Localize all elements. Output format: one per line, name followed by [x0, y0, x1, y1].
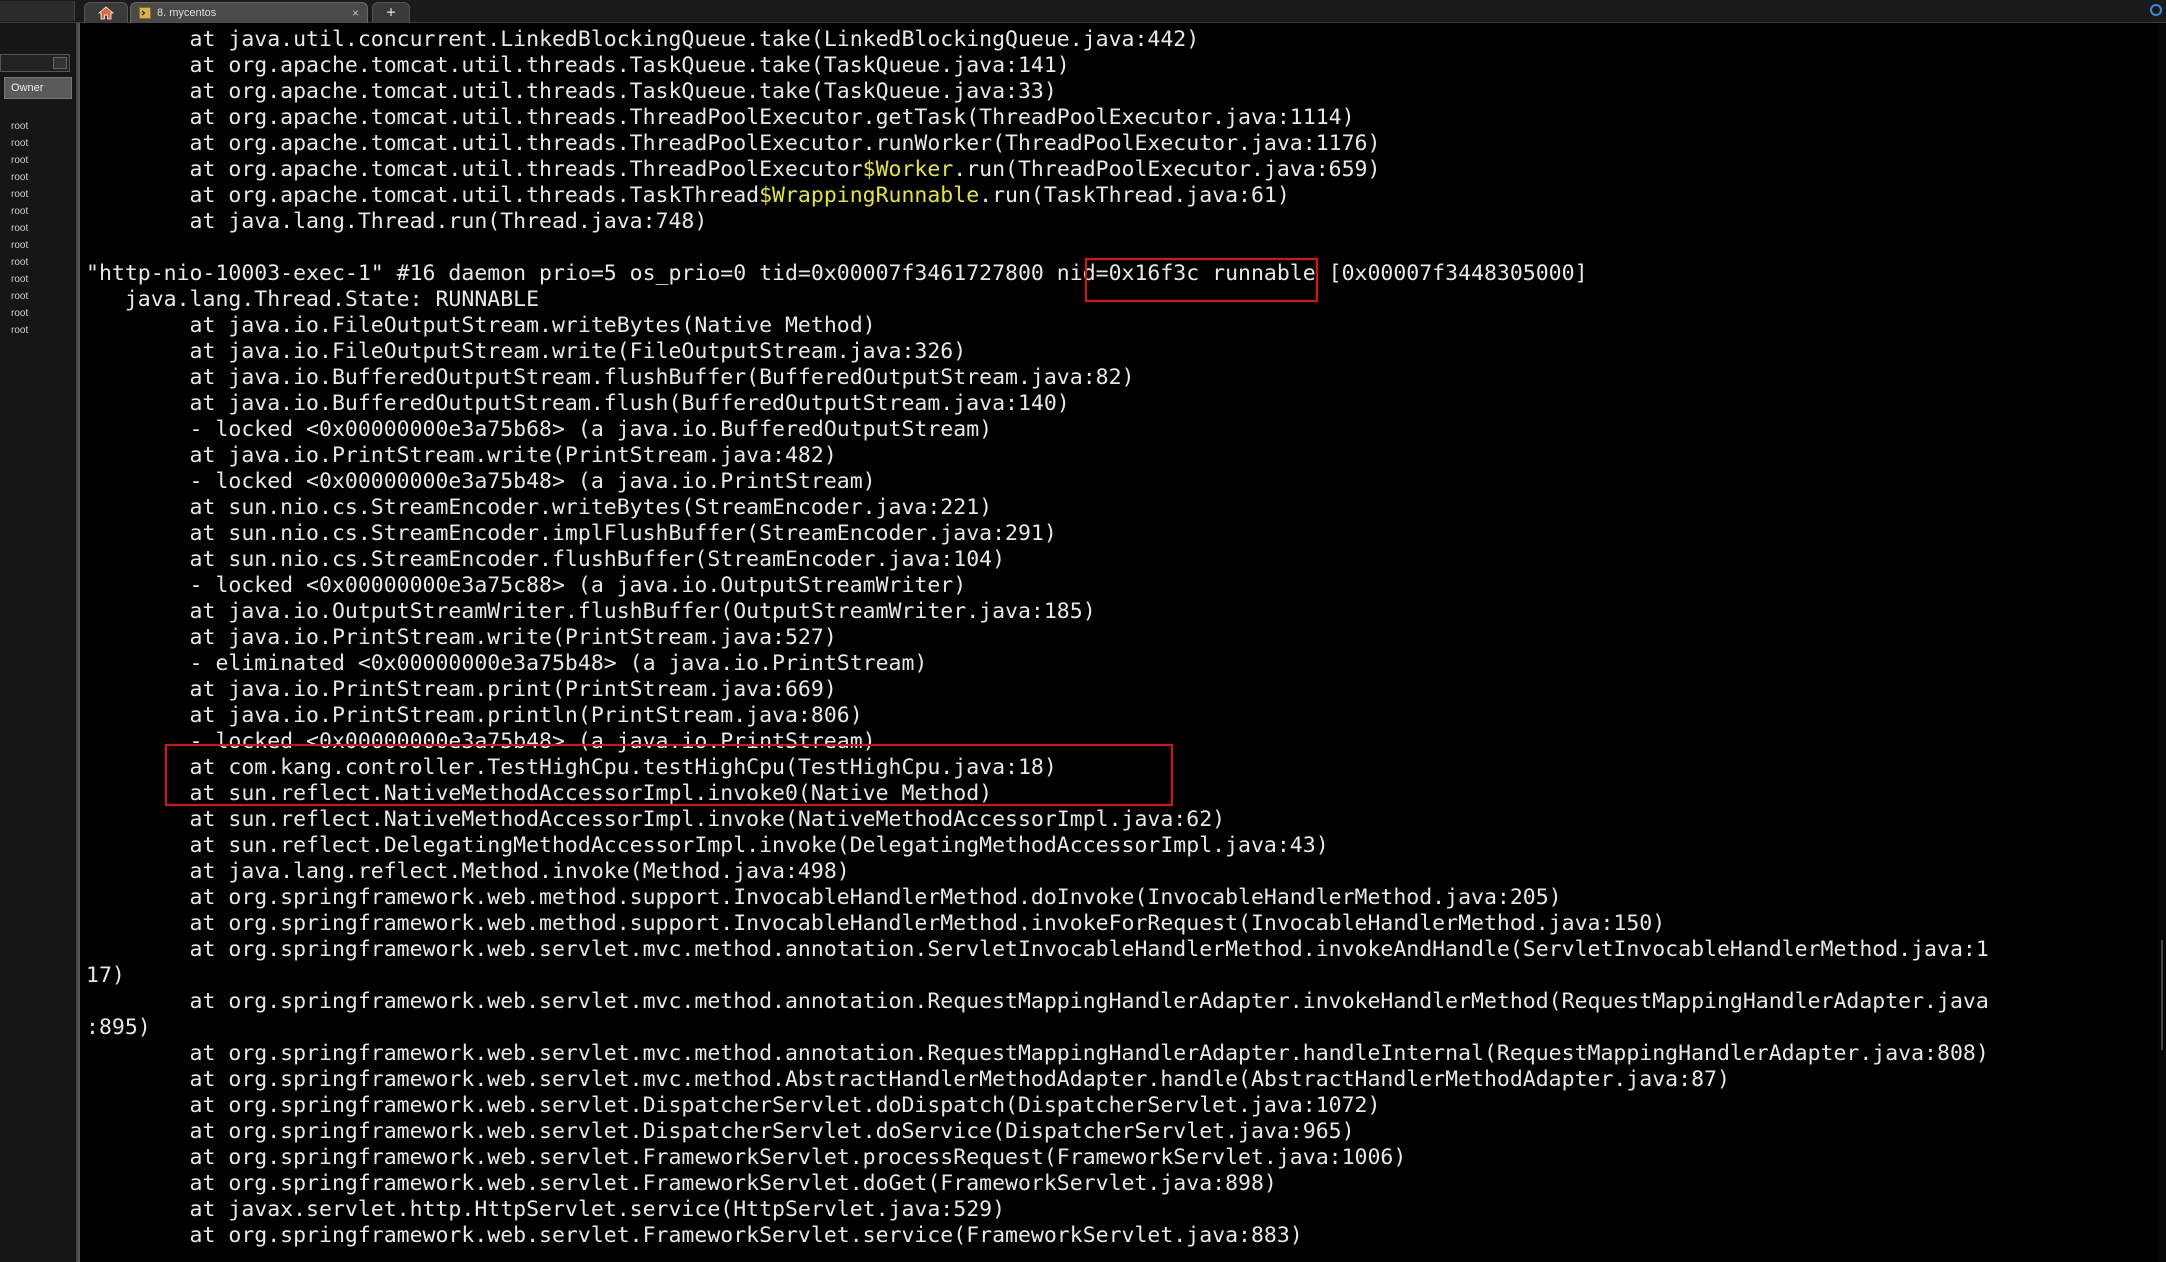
sidebar-dropdown[interactable] — [0, 54, 70, 72]
owner-row[interactable]: root — [11, 203, 28, 220]
terminal-output[interactable]: at java.util.concurrent.LinkedBlockingQu… — [86, 27, 2148, 1249]
terminal-line: at sun.reflect.DelegatingMethodAccessorI… — [86, 833, 1329, 858]
terminal-line: at java.lang.Thread.run(Thread.java:748) — [86, 209, 708, 234]
terminal-line: at com.kang.controller.TestHighCpu.testH… — [86, 755, 1057, 780]
terminal-line: at java.io.OutputStreamWriter.flushBuffe… — [86, 599, 1096, 624]
terminal-line: at org.springframework.web.method.suppor… — [86, 911, 1666, 936]
terminal-line: at org.springframework.web.servlet.mvc.m… — [86, 1067, 1730, 1092]
terminal-line: - locked <0x00000000e3a75b48> (a java.io… — [86, 729, 876, 754]
terminal-text: at org.apache.tomcat.util.threads.TaskTh… — [86, 183, 760, 208]
terminal-line: at java.io.PrintStream.print(PrintStream… — [86, 677, 837, 702]
close-icon[interactable]: × — [352, 6, 359, 20]
terminal-line: at sun.nio.cs.StreamEncoder.implFlushBuf… — [86, 521, 1057, 546]
terminal-line: at org.springframework.web.servlet.Frame… — [86, 1223, 1303, 1248]
owner-row[interactable]: root — [11, 152, 28, 169]
terminal-line: - eliminated <0x00000000e3a75b48> (a jav… — [86, 651, 928, 676]
tab-session[interactable]: 8. mycentos × — [130, 2, 368, 23]
chevron-down-icon[interactable] — [53, 57, 67, 69]
terminal-line: at java.io.PrintStream.println(PrintStre… — [86, 703, 863, 728]
terminal-scrollbar[interactable] — [2158, 23, 2166, 1262]
owner-row[interactable]: root — [11, 135, 28, 152]
terminal-line: at org.apache.tomcat.util.threads.TaskQu… — [86, 79, 1057, 104]
owner-row[interactable]: root — [11, 322, 28, 339]
terminal-line: java.lang.Thread.State: RUNNABLE — [86, 287, 540, 312]
owner-row[interactable]: root — [11, 237, 28, 254]
home-tab[interactable] — [84, 2, 128, 23]
terminal-line: at org.springframework.web.servlet.Dispa… — [86, 1093, 1381, 1118]
terminal-line: at org.apache.tomcat.util.threads.Thread… — [86, 157, 2148, 183]
owner-row[interactable]: root — [11, 288, 28, 305]
terminal-line: at org.apache.tomcat.util.threads.Thread… — [86, 105, 1355, 130]
session-sidebar: Owner root root root root root root root root ro… — [0, 23, 78, 1262]
quick-connect-field[interactable] — [0, 1, 75, 21]
terminal-session-icon — [139, 7, 151, 19]
terminal-line: at java.io.PrintStream.write(PrintStream… — [86, 443, 837, 468]
terminal-line: at java.io.BufferedOutputStream.flushBuf… — [86, 365, 1135, 390]
owner-row[interactable]: root — [11, 186, 28, 203]
terminal-line: at org.apache.tomcat.util.threads.TaskTh… — [86, 183, 2148, 209]
terminal-line: at org.apache.tomcat.util.threads.TaskQu… — [86, 53, 1070, 78]
terminal-line: at sun.reflect.NativeMethodAccessorImpl.… — [86, 807, 1226, 832]
owner-row[interactable]: root — [11, 118, 28, 135]
terminal-line: - locked <0x00000000e3a75c88> (a java.io… — [86, 573, 967, 598]
terminal-line: "http-nio-10003-exec-1" #16 daemon prio=… — [86, 261, 1588, 286]
owner-row[interactable]: root — [11, 271, 28, 288]
home-icon — [98, 6, 114, 20]
owner-row[interactable]: root — [11, 305, 28, 322]
terminal-line: at java.io.FileOutputStream.write(FileOu… — [86, 339, 967, 364]
terminal-line: at org.springframework.web.servlet.mvc.m… — [86, 937, 1989, 962]
owner-column-header[interactable]: Owner — [4, 77, 72, 99]
settings-icon[interactable] — [2148, 2, 2164, 18]
terminal-line: at org.springframework.web.servlet.Dispa… — [86, 1119, 1355, 1144]
terminal-line: - locked <0x00000000e3a75b48> (a java.io… — [86, 469, 876, 494]
highlighted-text: $Worker — [862, 157, 954, 182]
owner-row[interactable]: root — [11, 169, 28, 186]
terminal-line: at org.apache.tomcat.util.threads.Thread… — [86, 131, 1381, 156]
owner-row[interactable]: root — [11, 254, 28, 271]
tab-session-label: 8. mycentos — [157, 7, 217, 19]
owner-row[interactable]: root — [11, 220, 28, 237]
terminal-text: at org.apache.tomcat.util.threads.Thread… — [86, 157, 863, 182]
terminal-line: at org.springframework.web.servlet.Frame… — [86, 1171, 1277, 1196]
terminal-line: at org.springframework.web.servlet.mvc.m… — [86, 1041, 1989, 1066]
terminal-line: at sun.reflect.NativeMethodAccessorImpl.… — [86, 781, 993, 806]
terminal-line: 17) — [86, 963, 125, 988]
terminal-line: at java.io.FileOutputStream.writeBytes(N… — [86, 313, 876, 338]
terminal-line: at org.springframework.web.method.suppor… — [86, 885, 1562, 910]
terminal-text: .run(ThreadPoolExecutor.java:659) — [953, 157, 1381, 182]
terminal-line: at java.util.concurrent.LinkedBlockingQu… — [86, 27, 1200, 52]
highlighted-text: $WrappingRunnable — [759, 183, 980, 208]
terminal-line: at sun.nio.cs.StreamEncoder.flushBuffer(… — [86, 547, 1006, 572]
terminal-line: :895) — [86, 1015, 151, 1040]
scrollbar-thumb[interactable] — [2161, 940, 2163, 1050]
terminal-line: at java.lang.reflect.Method.invoke(Metho… — [86, 859, 850, 884]
tab-bar: 8. mycentos × + — [0, 0, 2166, 23]
terminal-line: at java.io.BufferedOutputStream.flush(Bu… — [86, 391, 1070, 416]
terminal-line: - locked <0x00000000e3a75b68> (a java.io… — [86, 417, 993, 442]
terminal-line: at org.springframework.web.servlet.mvc.m… — [86, 989, 1989, 1014]
terminal-line: at sun.nio.cs.StreamEncoder.writeBytes(S… — [86, 495, 993, 520]
terminal-line: at org.springframework.web.servlet.Frame… — [86, 1145, 1407, 1170]
terminal-text: .run(TaskThread.java:61) — [979, 183, 1290, 208]
terminal-line: at java.io.PrintStream.write(PrintStream… — [86, 625, 837, 650]
terminal-line: at javax.servlet.http.HttpServlet.servic… — [86, 1197, 1006, 1222]
sidebar-divider[interactable] — [78, 23, 80, 1262]
new-tab-button[interactable]: + — [372, 2, 410, 22]
owner-list: root root root root root root root root root root… — [11, 118, 28, 339]
